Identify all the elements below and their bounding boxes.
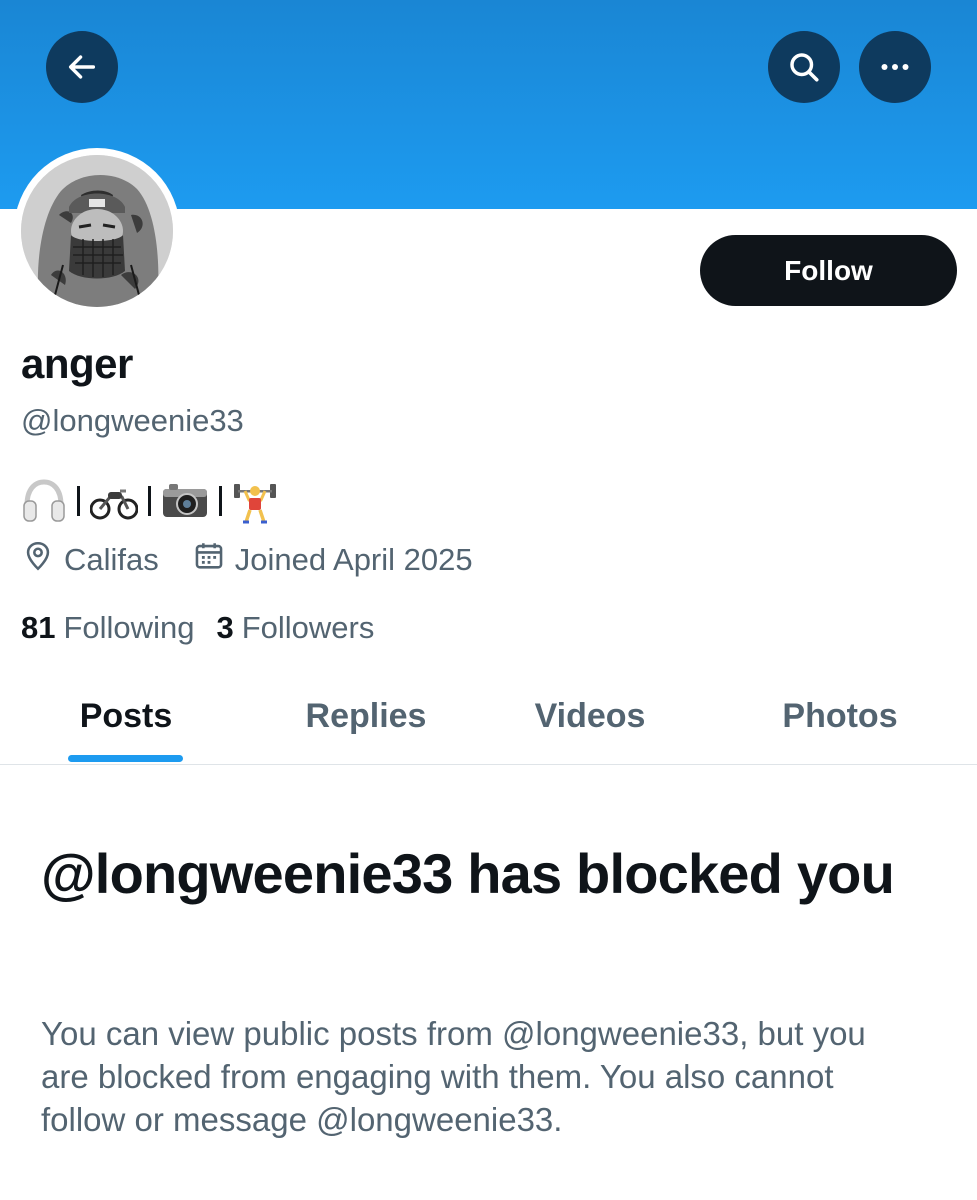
avatar[interactable]: [21, 155, 173, 307]
bio-separator: [148, 486, 151, 516]
follow-counts: 81 Following 3 Followers: [21, 608, 374, 648]
tab-photos[interactable]: Photos: [752, 668, 928, 764]
following-label: Following: [63, 610, 195, 645]
joined-date: Joined April 2025: [192, 539, 473, 581]
tab-replies[interactable]: Replies: [270, 668, 462, 764]
camera-icon: [161, 481, 209, 521]
headphones-icon: [21, 479, 67, 523]
blocked-description: You can view public posts from @longween…: [41, 1015, 866, 1138]
profile-handle: @longweenie33: [21, 403, 244, 438]
motorcycle-icon: [90, 481, 138, 521]
bio-separator: [219, 486, 222, 516]
followers-link[interactable]: 3 Followers: [216, 610, 374, 646]
location-pin-icon: [21, 539, 55, 581]
active-tab-indicator: [68, 755, 183, 762]
back-button[interactable]: [46, 31, 118, 103]
more-options-button[interactable]: [859, 31, 931, 103]
location: Califas: [21, 539, 159, 581]
joined-text: Joined April 2025: [234, 542, 473, 577]
tab-videos[interactable]: Videos: [500, 668, 680, 764]
bio: [21, 478, 278, 524]
followers-count: 3: [216, 610, 234, 645]
follow-button[interactable]: Follow: [700, 235, 957, 306]
search-icon: [786, 49, 822, 85]
blocked-title: @longweenie33 has blocked you: [41, 842, 895, 905]
more-horizontal-icon: [877, 49, 913, 85]
following-link[interactable]: 81 Following: [21, 610, 194, 646]
search-button[interactable]: [768, 31, 840, 103]
followers-label: Followers: [241, 610, 375, 645]
weightlifter-icon: [232, 478, 278, 524]
calendar-icon: [192, 539, 226, 581]
following-count: 81: [21, 610, 56, 645]
location-text: Califas: [64, 542, 159, 577]
bio-separator: [77, 486, 80, 516]
profile-meta: Califas Joined April 2025: [21, 540, 473, 580]
arrow-left-icon: [65, 50, 99, 84]
profile-tabs: Posts Replies Videos Photos: [0, 668, 977, 765]
tab-posts[interactable]: Posts: [32, 668, 220, 764]
avatar-border: [14, 148, 180, 314]
display-name: anger: [21, 340, 133, 387]
